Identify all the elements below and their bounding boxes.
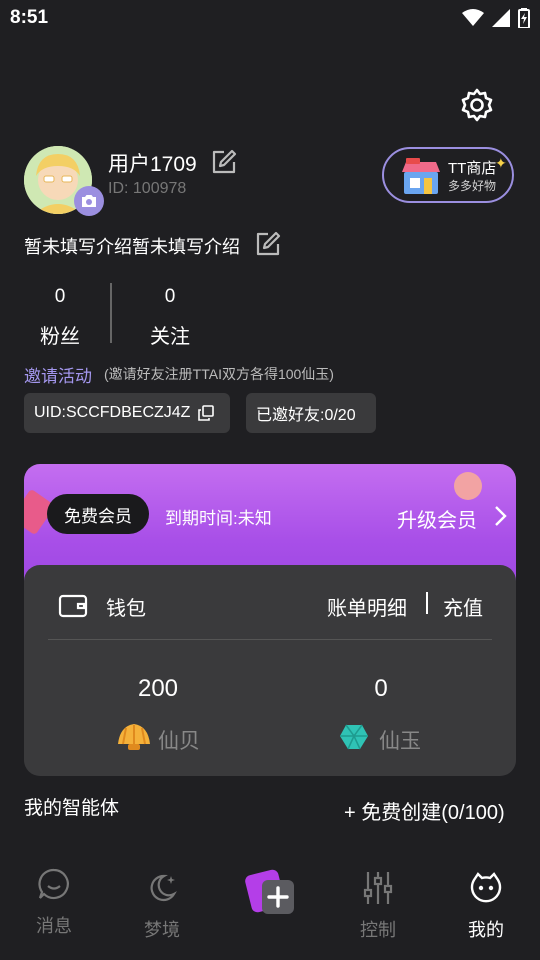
create-plus-icon	[245, 869, 294, 914]
follow-stat[interactable]: 0 关注	[130, 286, 210, 349]
username: 用户1709	[108, 153, 197, 176]
shop-title: TT商店	[448, 160, 497, 177]
edit-name-icon[interactable]	[210, 148, 238, 176]
fans-label: 粉丝	[40, 326, 80, 348]
shop-subtitle: 多多好物	[448, 179, 497, 193]
camera-icon	[82, 195, 96, 207]
create-agent-button[interactable]: + 免费创建(0/100)	[344, 796, 505, 825]
chat-smile-icon	[38, 868, 69, 900]
tt-shop-button[interactable]: TT商店 ✦ 多多好物	[382, 147, 514, 203]
vip-expire-text: 到期时间:未知	[165, 509, 272, 528]
status-time: 8:51	[10, 7, 49, 28]
wallet-divider	[48, 639, 492, 640]
wifi-icon	[462, 9, 484, 26]
invited-count-chip: 已邀好友:0/20	[246, 393, 376, 433]
stats-divider	[110, 283, 112, 343]
uid-copy-chip[interactable]: UID:SCCFDBECZJ4Z	[24, 393, 230, 433]
invited-text: 已邀好友:0/20	[256, 407, 356, 424]
my-agents-title: 我的智能体	[24, 798, 120, 819]
jade-value: 0	[374, 675, 388, 702]
invite-activity-link[interactable]: 邀请活动	[24, 362, 92, 387]
edit-bio-icon[interactable]	[254, 230, 282, 258]
shell-value: 200	[137, 675, 179, 702]
wallet-title: 钱包	[106, 598, 146, 620]
status-icons	[462, 8, 530, 28]
battery-icon	[518, 8, 530, 28]
fans-stat[interactable]: 0 粉丝	[20, 286, 100, 349]
sparkle-icon: ✦	[495, 155, 507, 171]
sliders-icon	[363, 872, 393, 904]
shell-icon	[118, 724, 150, 750]
user-id: ID: 100978	[108, 180, 187, 197]
jade-icon	[340, 724, 368, 750]
follow-label: 关注	[150, 326, 190, 348]
change-avatar-button[interactable]	[74, 186, 104, 216]
tab-dreams[interactable]: 梦境	[122, 870, 202, 942]
shop-icon	[402, 158, 440, 194]
jade-label: 仙玉	[379, 730, 421, 753]
fans-count: 0	[54, 286, 66, 307]
free-member-badge: 免费会员	[47, 494, 149, 534]
chevron-right-icon	[495, 506, 507, 526]
tab-control[interactable]: 控制	[338, 870, 418, 942]
bill-details-link[interactable]: 账单明细	[327, 592, 407, 621]
face-icon	[470, 872, 502, 903]
settings-gear-icon[interactable]	[458, 86, 496, 124]
copy-icon	[198, 405, 215, 421]
upgrade-member-button[interactable]: 升级会员	[397, 504, 477, 533]
tab-label: 我的	[468, 920, 504, 940]
follow-count: 0	[164, 286, 176, 307]
bio-text: 暂未填写介绍暂未填写介绍	[24, 237, 240, 257]
status-bar: 8:51	[0, 0, 540, 36]
signal-icon	[492, 9, 510, 27]
uid-text: UID:SCCFDBECZJ4Z	[34, 404, 191, 421]
invite-description: (邀请好友注册TTAI双方各得100仙玉)	[104, 366, 334, 382]
tab-messages[interactable]: 消息	[14, 866, 94, 938]
wallet-card: 钱包 账单明细 充值 200 仙贝 0 仙玉	[24, 565, 516, 776]
wallet-separator	[426, 592, 428, 614]
tab-label: 消息	[36, 916, 72, 936]
vip-decoration-circle	[454, 472, 482, 500]
moon-star-icon	[150, 874, 177, 902]
tab-label: 控制	[360, 920, 396, 940]
tab-label: 梦境	[144, 920, 180, 940]
shell-label: 仙贝	[158, 730, 200, 753]
tab-mine[interactable]: 我的	[446, 870, 526, 942]
wallet-icon	[58, 594, 88, 618]
tab-create[interactable]	[244, 868, 300, 920]
recharge-button[interactable]: 充值	[443, 592, 483, 621]
